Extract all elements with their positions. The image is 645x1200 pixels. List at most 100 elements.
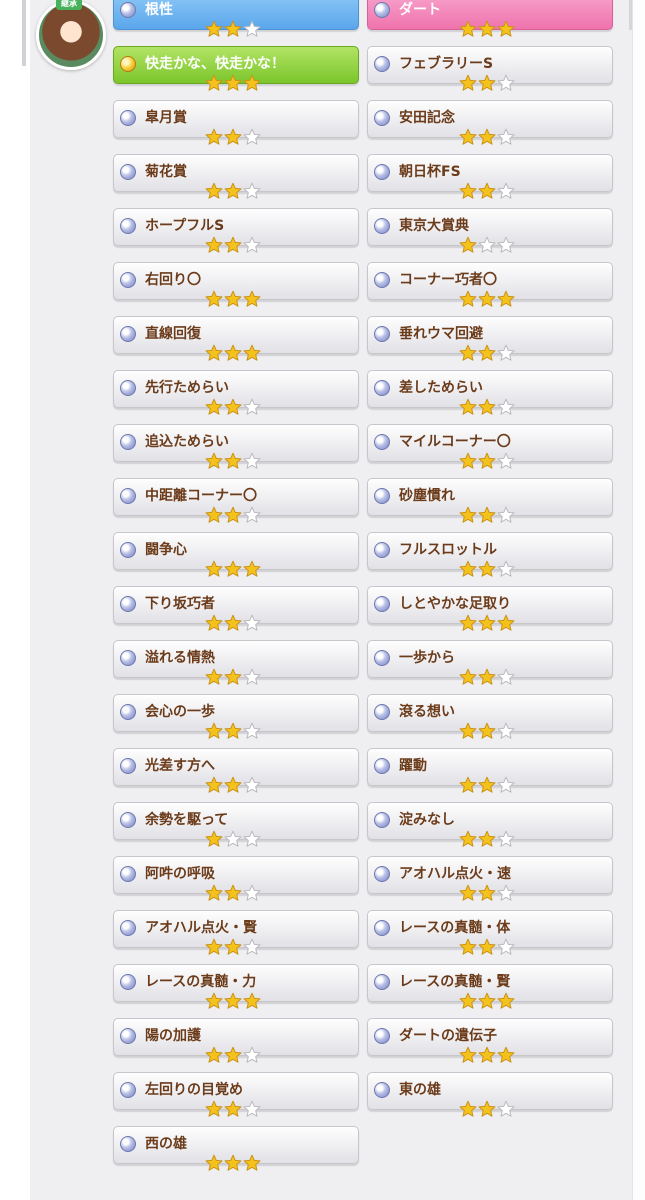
factor-card[interactable]: 根性	[113, 0, 359, 38]
factor-orb-icon	[120, 56, 136, 72]
factor-card[interactable]: フルスロットル	[367, 532, 613, 578]
factor-card[interactable]: 陽の加護	[113, 1018, 359, 1064]
factor-card[interactable]: レースの真髄・力	[113, 964, 359, 1010]
factor-card[interactable]: 一歩から	[367, 640, 613, 686]
star-filled-icon	[205, 722, 223, 739]
factor-name: 右回り〇	[145, 272, 201, 288]
factor-card[interactable]: 左回りの目覚め	[113, 1072, 359, 1118]
factor-card[interactable]: しとやかな足取り	[367, 586, 613, 632]
star-rating	[205, 992, 261, 1010]
factor-card[interactable]: 朝日杯FS	[367, 154, 613, 200]
factor-card[interactable]: 下り坂巧者	[113, 586, 359, 632]
star-filled-icon	[224, 344, 242, 361]
factor-orb-icon	[374, 1028, 390, 1044]
star-rating	[205, 398, 261, 416]
factor-orb-icon	[374, 326, 390, 342]
star-filled-icon	[224, 884, 242, 901]
star-empty-icon	[497, 560, 515, 577]
factor-name: 躍動	[399, 758, 427, 774]
factor-card[interactable]: 会心の一歩	[113, 694, 359, 740]
factor-orb-icon	[120, 272, 136, 288]
star-empty-icon	[497, 722, 515, 739]
factor-card[interactable]: コーナー巧者〇	[367, 262, 613, 308]
factor-card[interactable]: 砂塵慣れ	[367, 478, 613, 524]
factor-card[interactable]: ダートの遺伝子	[367, 1018, 613, 1064]
factor-name: 淀みなし	[399, 812, 455, 828]
factor-card[interactable]: 右回り〇	[113, 262, 359, 308]
right-edge-panel	[632, 0, 645, 1200]
star-filled-icon	[224, 776, 242, 793]
star-rating	[459, 20, 515, 38]
star-filled-icon	[478, 776, 496, 793]
factor-card[interactable]: 差しためらい	[367, 370, 613, 416]
factor-card[interactable]: 追込ためらい	[113, 424, 359, 470]
factor-orb-icon	[374, 596, 390, 612]
factor-orb-icon	[374, 380, 390, 396]
factor-card[interactable]: レースの真髄・賢	[367, 964, 613, 1010]
left-edge-divider	[22, 0, 26, 66]
factor-card[interactable]: 西の雄	[113, 1126, 359, 1172]
character-avatar[interactable]	[36, 0, 106, 70]
star-filled-icon	[205, 344, 223, 361]
factor-card[interactable]: ホープフルS	[113, 208, 359, 254]
star-filled-icon	[497, 290, 515, 307]
star-filled-icon	[478, 722, 496, 739]
factor-orb-icon	[120, 488, 136, 504]
factor-card[interactable]: 滾る想い	[367, 694, 613, 740]
factor-card[interactable]: 光差す方へ	[113, 748, 359, 794]
star-filled-icon	[224, 722, 242, 739]
factor-name: 根性	[145, 2, 173, 18]
star-filled-icon	[205, 128, 223, 145]
star-rating	[205, 1046, 261, 1064]
star-filled-icon	[205, 236, 223, 253]
factor-orb-icon	[374, 218, 390, 234]
star-rating	[205, 668, 261, 686]
star-filled-icon	[205, 560, 223, 577]
star-empty-icon	[497, 128, 515, 145]
factor-card[interactable]: 闘争心	[113, 532, 359, 578]
star-filled-icon	[205, 1100, 223, 1117]
star-filled-icon	[205, 1154, 223, 1171]
star-filled-icon	[497, 1046, 515, 1063]
star-empty-icon	[243, 452, 261, 469]
factor-card[interactable]: 中距離コーナー〇	[113, 478, 359, 524]
star-rating	[205, 722, 261, 740]
star-rating	[459, 992, 515, 1010]
factor-card[interactable]: レースの真髄・体	[367, 910, 613, 956]
factor-name: 安田記念	[399, 110, 455, 126]
factor-card[interactable]: アオハル点火・賢	[113, 910, 359, 956]
star-filled-icon	[205, 290, 223, 307]
star-filled-icon	[478, 398, 496, 415]
factor-name: 滾る想い	[399, 704, 455, 720]
factor-card[interactable]: マイルコーナー〇	[367, 424, 613, 470]
star-rating	[459, 344, 515, 362]
star-filled-icon	[205, 830, 223, 847]
star-rating	[459, 128, 515, 146]
factor-name: 砂塵慣れ	[399, 488, 455, 504]
factor-orb-icon	[120, 110, 136, 126]
factor-card[interactable]: アオハル点火・速	[367, 856, 613, 902]
factor-card[interactable]: 直線回復	[113, 316, 359, 362]
factor-card[interactable]: 先行ためらい	[113, 370, 359, 416]
factor-card[interactable]: フェブラリーS	[367, 46, 613, 92]
factor-card[interactable]: 阿吽の呼吸	[113, 856, 359, 902]
factor-card[interactable]: ダート	[367, 0, 613, 38]
star-rating	[459, 830, 515, 848]
factor-card[interactable]: 淀みなし	[367, 802, 613, 848]
factor-card[interactable]: 躍動	[367, 748, 613, 794]
star-rating	[205, 884, 261, 902]
factor-card[interactable]: 安田記念	[367, 100, 613, 146]
factor-card[interactable]: 快走かな、快走かな！	[113, 46, 359, 92]
factor-card[interactable]: 東京大賞典	[367, 208, 613, 254]
factor-card[interactable]: 菊花賞	[113, 154, 359, 200]
star-filled-icon	[478, 20, 496, 37]
star-filled-icon	[478, 506, 496, 523]
star-filled-icon	[478, 884, 496, 901]
star-filled-icon	[478, 1100, 496, 1117]
factor-card[interactable]: 皐月賞	[113, 100, 359, 146]
factor-card[interactable]: 余勢を駆って	[113, 802, 359, 848]
factor-card[interactable]: 垂れウマ回避	[367, 316, 613, 362]
star-filled-icon	[459, 74, 477, 91]
factor-card[interactable]: 東の雄	[367, 1072, 613, 1118]
factor-card[interactable]: 溢れる情熱	[113, 640, 359, 686]
